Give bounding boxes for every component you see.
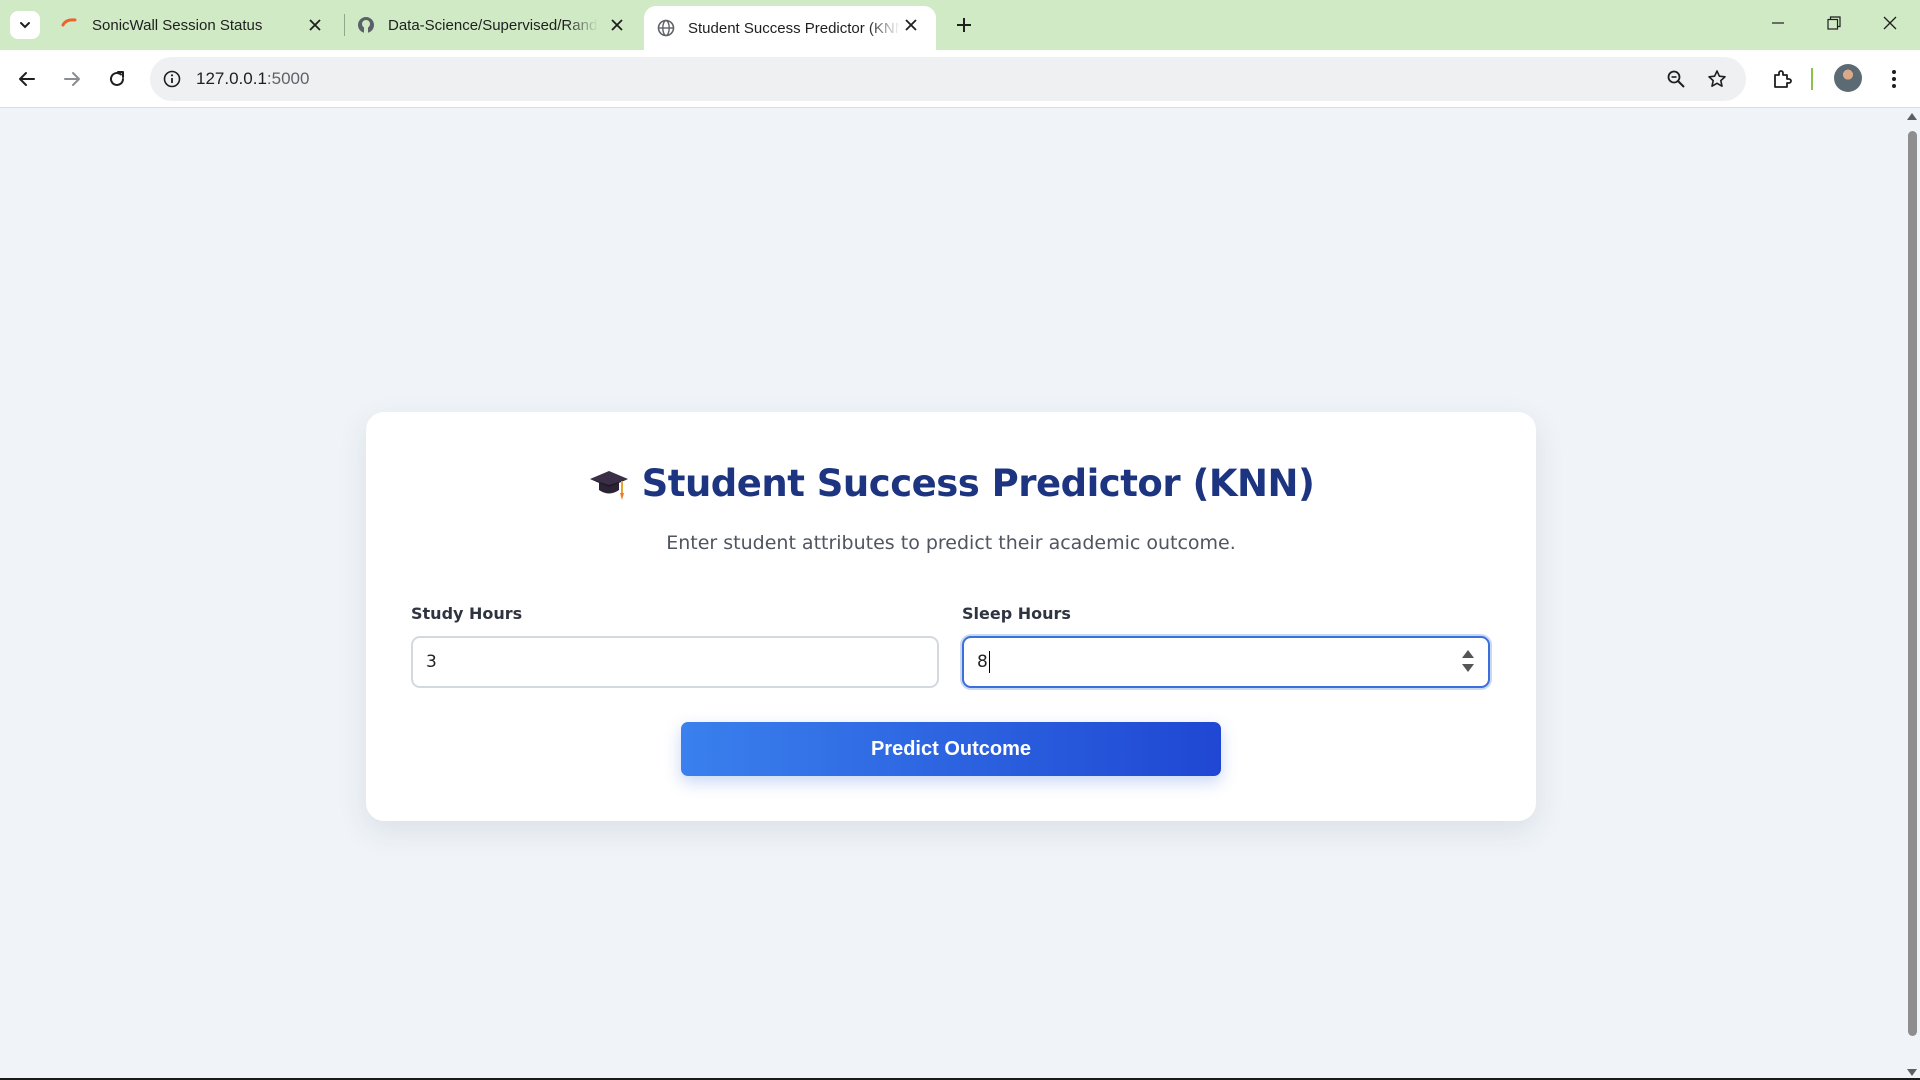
tab-search-button[interactable] [10, 11, 40, 39]
minimize-button[interactable] [1750, 0, 1806, 46]
tab-github[interactable]: Data-Science/Supervised/Random [356, 0, 642, 50]
restore-button[interactable] [1806, 0, 1862, 46]
more-menu-icon[interactable] [1880, 65, 1908, 93]
spin-up-icon[interactable] [1462, 650, 1474, 658]
site-info-icon[interactable] [162, 69, 182, 89]
tab-divider [344, 14, 345, 36]
reload-button[interactable] [101, 63, 133, 95]
tab-title: SonicWall Session Status [92, 16, 263, 34]
close-icon [1883, 16, 1897, 30]
extensions-icon[interactable] [1768, 65, 1796, 93]
graduation-cap-icon [589, 470, 628, 500]
spin-down-icon[interactable] [1462, 664, 1474, 672]
arrow-left-icon [19, 72, 35, 86]
globe-icon [656, 18, 676, 38]
number-spinner[interactable] [1462, 650, 1474, 676]
plus-icon [957, 18, 971, 32]
page-title: Student Success Predictor (KNN) [641, 462, 1315, 505]
window-close-button[interactable] [1862, 0, 1918, 46]
url-port: :5000 [266, 69, 310, 88]
github-icon [356, 15, 376, 35]
predict-outcome-button[interactable]: Predict Outcome [681, 722, 1221, 776]
new-tab-button[interactable] [950, 11, 978, 39]
minimize-icon [1772, 22, 1784, 24]
close-icon[interactable] [306, 16, 324, 34]
sonicwall-icon [60, 15, 80, 35]
scroll-up-icon[interactable] [1907, 113, 1917, 120]
sleep-hours-label: Sleep Hours [962, 604, 1071, 623]
text-caret [988, 651, 990, 673]
study-hours-value: 3 [426, 652, 437, 672]
scroll-down-icon[interactable] [1907, 1069, 1917, 1076]
arrow-right-icon [64, 72, 80, 86]
zoom-icon[interactable] [1665, 68, 1687, 90]
address-bar[interactable]: 127.0.0.1:5000 [150, 57, 1746, 101]
profile-avatar[interactable] [1834, 64, 1862, 92]
close-icon[interactable] [902, 16, 920, 34]
restore-icon [1827, 16, 1841, 30]
page-scrollbar[interactable] [1904, 109, 1920, 1080]
browser-toolbar: 127.0.0.1:5000 [0, 50, 1920, 108]
tab-student-success[interactable]: Student Success Predictor (KNN) [644, 6, 936, 50]
reload-icon [110, 71, 124, 86]
forward-button[interactable] [56, 63, 88, 95]
predictor-card: Student Success Predictor (KNN) Enter st… [366, 412, 1536, 821]
page-subtitle: Enter student attributes to predict thei… [666, 532, 1236, 554]
back-button[interactable] [11, 63, 43, 95]
tab-sonicwall[interactable]: SonicWall Session Status [60, 0, 340, 50]
tab-strip: SonicWall Session Status Data-Science/Su… [0, 0, 1920, 50]
bookmark-star-icon[interactable] [1706, 68, 1728, 90]
sleep-hours-value: 8 [977, 652, 988, 672]
url-text: 127.0.0.1:5000 [196, 69, 309, 89]
sleep-hours-input[interactable]: 8 [962, 636, 1490, 688]
toolbar-divider [1811, 68, 1813, 90]
page-heading: Student Success Predictor (KNN) [366, 462, 1536, 505]
tab-title: Student Success Predictor (KNN) [688, 19, 900, 37]
study-hours-input[interactable]: 3 [411, 636, 939, 688]
scrollbar-thumb[interactable] [1908, 131, 1917, 1036]
url-host: 127.0.0.1 [196, 69, 267, 88]
study-hours-label: Study Hours [411, 604, 523, 623]
close-icon[interactable] [608, 16, 626, 34]
chevron-down-icon [20, 22, 30, 29]
tab-title: Data-Science/Supervised/Random [388, 16, 598, 34]
